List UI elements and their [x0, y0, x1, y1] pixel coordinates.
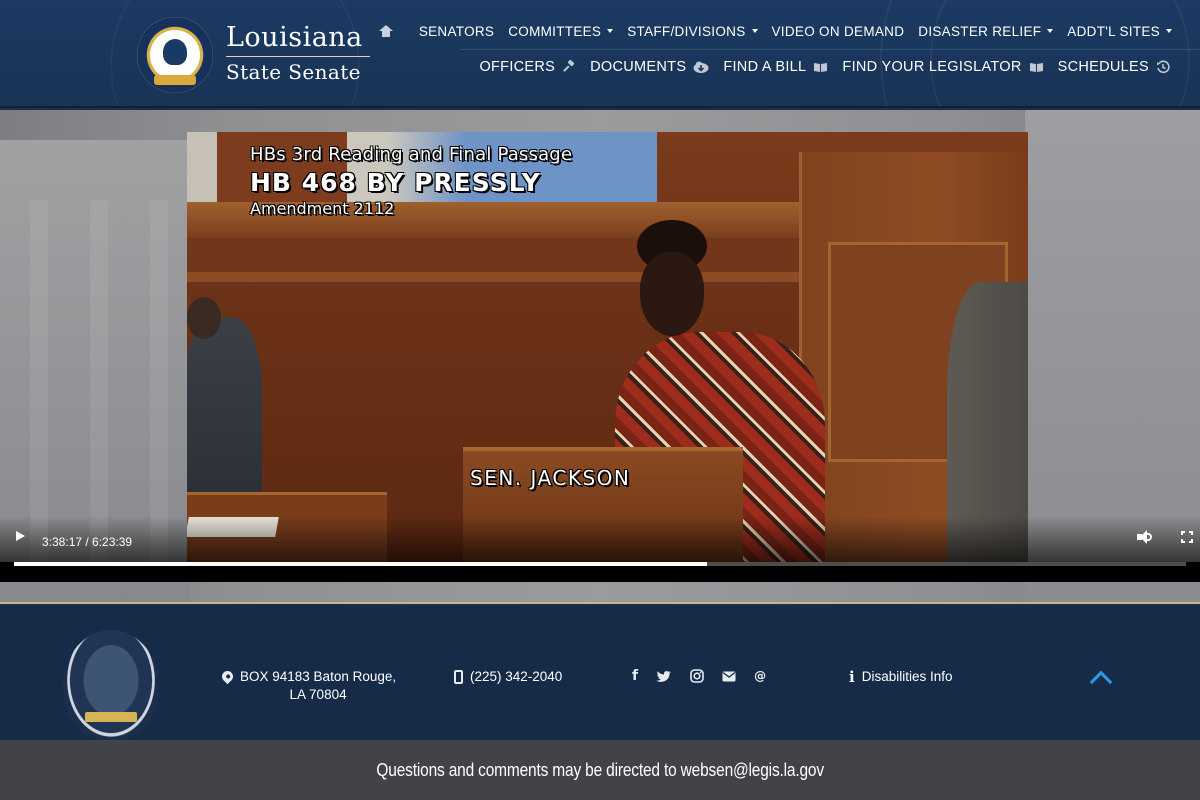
- video-scene-speaker-head: [640, 252, 704, 336]
- nav-label: DISASTER RELIEF: [918, 23, 1042, 39]
- brand-subtitle: State Senate: [226, 60, 361, 84]
- video-overlay-agenda: HBs 3rd Reading and Final Passage: [250, 144, 573, 165]
- fullscreen-corner: [1189, 531, 1193, 535]
- nav-senators[interactable]: SENATORS: [419, 24, 494, 39]
- address-line-1: BOX 94183 Baton Rouge,: [240, 669, 397, 684]
- video-overlay-amendment: Amendment 2112: [250, 199, 395, 218]
- contact-bar: Questions and comments may be directed t…: [0, 740, 1200, 800]
- at-icon[interactable]: @: [754, 668, 766, 684]
- video-speaker-caption: SEN. JACKSON: [470, 466, 631, 490]
- nav-schedules[interactable]: SCHEDULES: [1058, 59, 1170, 75]
- nav-label: STAFF/DIVISIONS: [627, 23, 746, 39]
- nav-label: FIND YOUR LEGISLATOR: [842, 59, 1022, 75]
- header-watermark-inner: [930, 0, 1190, 106]
- volume-icon-wave: [1146, 533, 1152, 541]
- nav-disaster-relief[interactable]: DISASTER RELIEF: [918, 23, 1054, 39]
- video-progress-track[interactable]: [14, 562, 1186, 566]
- stage-bottom-rule: [0, 602, 1200, 604]
- nav-video-on-demand[interactable]: VIDEO ON DEMAND: [772, 24, 905, 39]
- gavel-icon: [563, 60, 575, 72]
- nav-find-your-legislator[interactable]: FIND YOUR LEGISLATOR: [842, 59, 1043, 75]
- facebook-icon[interactable]: f: [632, 668, 638, 684]
- video-time-display: 3:38:17 / 6:23:39: [42, 535, 133, 549]
- mobile-phone-icon: [454, 670, 463, 684]
- caret-down-icon: [751, 29, 758, 33]
- nav-label: SCHEDULES: [1057, 59, 1149, 75]
- site-brand[interactable]: Louisiana State Senate: [226, 22, 370, 84]
- secondary-nav: OFFICERS DOCUMENTS FIND A BILL FIND YOUR…: [479, 56, 1170, 78]
- nav-home[interactable]: [378, 24, 405, 38]
- twitter-icon[interactable]: [656, 670, 672, 683]
- nav-label: ADDT'L SITES: [1067, 23, 1160, 39]
- info-icon: i: [849, 668, 855, 686]
- video-scene-person-left: [187, 297, 262, 497]
- history-icon: [1157, 60, 1170, 74]
- video-scene-head: [187, 297, 221, 339]
- footer-phone[interactable]: (225) 342-2040: [454, 668, 562, 686]
- primary-nav: SENATORS COMMITTEES STAFF/DIVISIONS VIDE…: [378, 20, 1172, 42]
- seal-banner: [154, 75, 196, 85]
- nav-documents[interactable]: DOCUMENTS: [590, 59, 709, 75]
- video-progress-fill: [14, 562, 708, 566]
- caret-down-icon: [1166, 29, 1172, 33]
- nav-addtl-sites[interactable]: ADDT'L SITES: [1067, 24, 1172, 39]
- nav-label: VIDEO ON DEMAND: [771, 23, 905, 39]
- footer-address: BOX 94183 Baton Rouge, LA 70804: [219, 668, 397, 704]
- seal-band: [85, 712, 137, 722]
- site-footer: BOX 94183 Baton Rouge, LA 70804 (225) 34…: [0, 606, 1200, 742]
- brand-title: Louisiana: [226, 22, 363, 53]
- disabilities-info-link[interactable]: i Disabilities Info: [849, 668, 953, 686]
- contact-message: Questions and comments may be directed t…: [376, 759, 824, 780]
- cloud-download-icon: [693, 61, 709, 73]
- map-marker-icon: [219, 668, 236, 685]
- senate-seal-logo[interactable]: [137, 17, 213, 93]
- instagram-icon[interactable]: [690, 669, 704, 683]
- fullscreen-corner: [1189, 539, 1193, 543]
- fullscreen-icon[interactable]: [1181, 531, 1193, 543]
- home-icon: [378, 24, 393, 38]
- video-player-frame[interactable]: HBs 3rd Reading and Final Passage HB 468…: [187, 132, 1028, 562]
- fullscreen-corner: [1181, 539, 1185, 543]
- nav-label: OFFICERS: [479, 59, 556, 75]
- address-line-2: LA 70804: [289, 687, 347, 702]
- caret-down-icon: [1047, 29, 1054, 33]
- book-icon: [1029, 63, 1043, 72]
- nav-label: DOCUMENTS: [590, 59, 687, 75]
- nav-label: SENATORS: [418, 23, 495, 39]
- pelican-icon: [163, 39, 187, 65]
- nav-officers[interactable]: OFFICERS: [479, 59, 576, 75]
- volume-icon[interactable]: [1137, 530, 1155, 544]
- nav-find-a-bill[interactable]: FIND A BILL: [723, 59, 828, 75]
- nav-label: FIND A BILL: [723, 59, 807, 75]
- state-seal-logo: [63, 630, 159, 742]
- phone-number: (225) 342-2040: [470, 669, 563, 684]
- caret-down-icon: [607, 29, 614, 33]
- brand-divider: [226, 56, 370, 57]
- nav-staff-divisions[interactable]: STAFF/DIVISIONS: [627, 23, 758, 39]
- fullscreen-corner: [1181, 531, 1185, 535]
- book-icon: [814, 63, 828, 72]
- nav-committees[interactable]: COMMITTEES: [508, 23, 614, 39]
- social-links: f @: [632, 668, 766, 684]
- video-stage: HBs 3rd Reading and Final Passage HB 468…: [0, 110, 1200, 604]
- back-to-top-chevron-icon[interactable]: [1089, 670, 1113, 694]
- video-overlay-bill: HB 468 BY PRESSLY: [250, 168, 541, 197]
- nav-label: COMMITTEES: [508, 23, 602, 39]
- play-icon[interactable]: [16, 531, 25, 541]
- site-header: Louisiana State Senate SENATORS COMMITTE…: [0, 0, 1200, 108]
- nav-divider: [460, 49, 1200, 50]
- email-icon[interactable]: [722, 671, 736, 682]
- disabilities-info-label: Disabilities Info: [861, 669, 953, 684]
